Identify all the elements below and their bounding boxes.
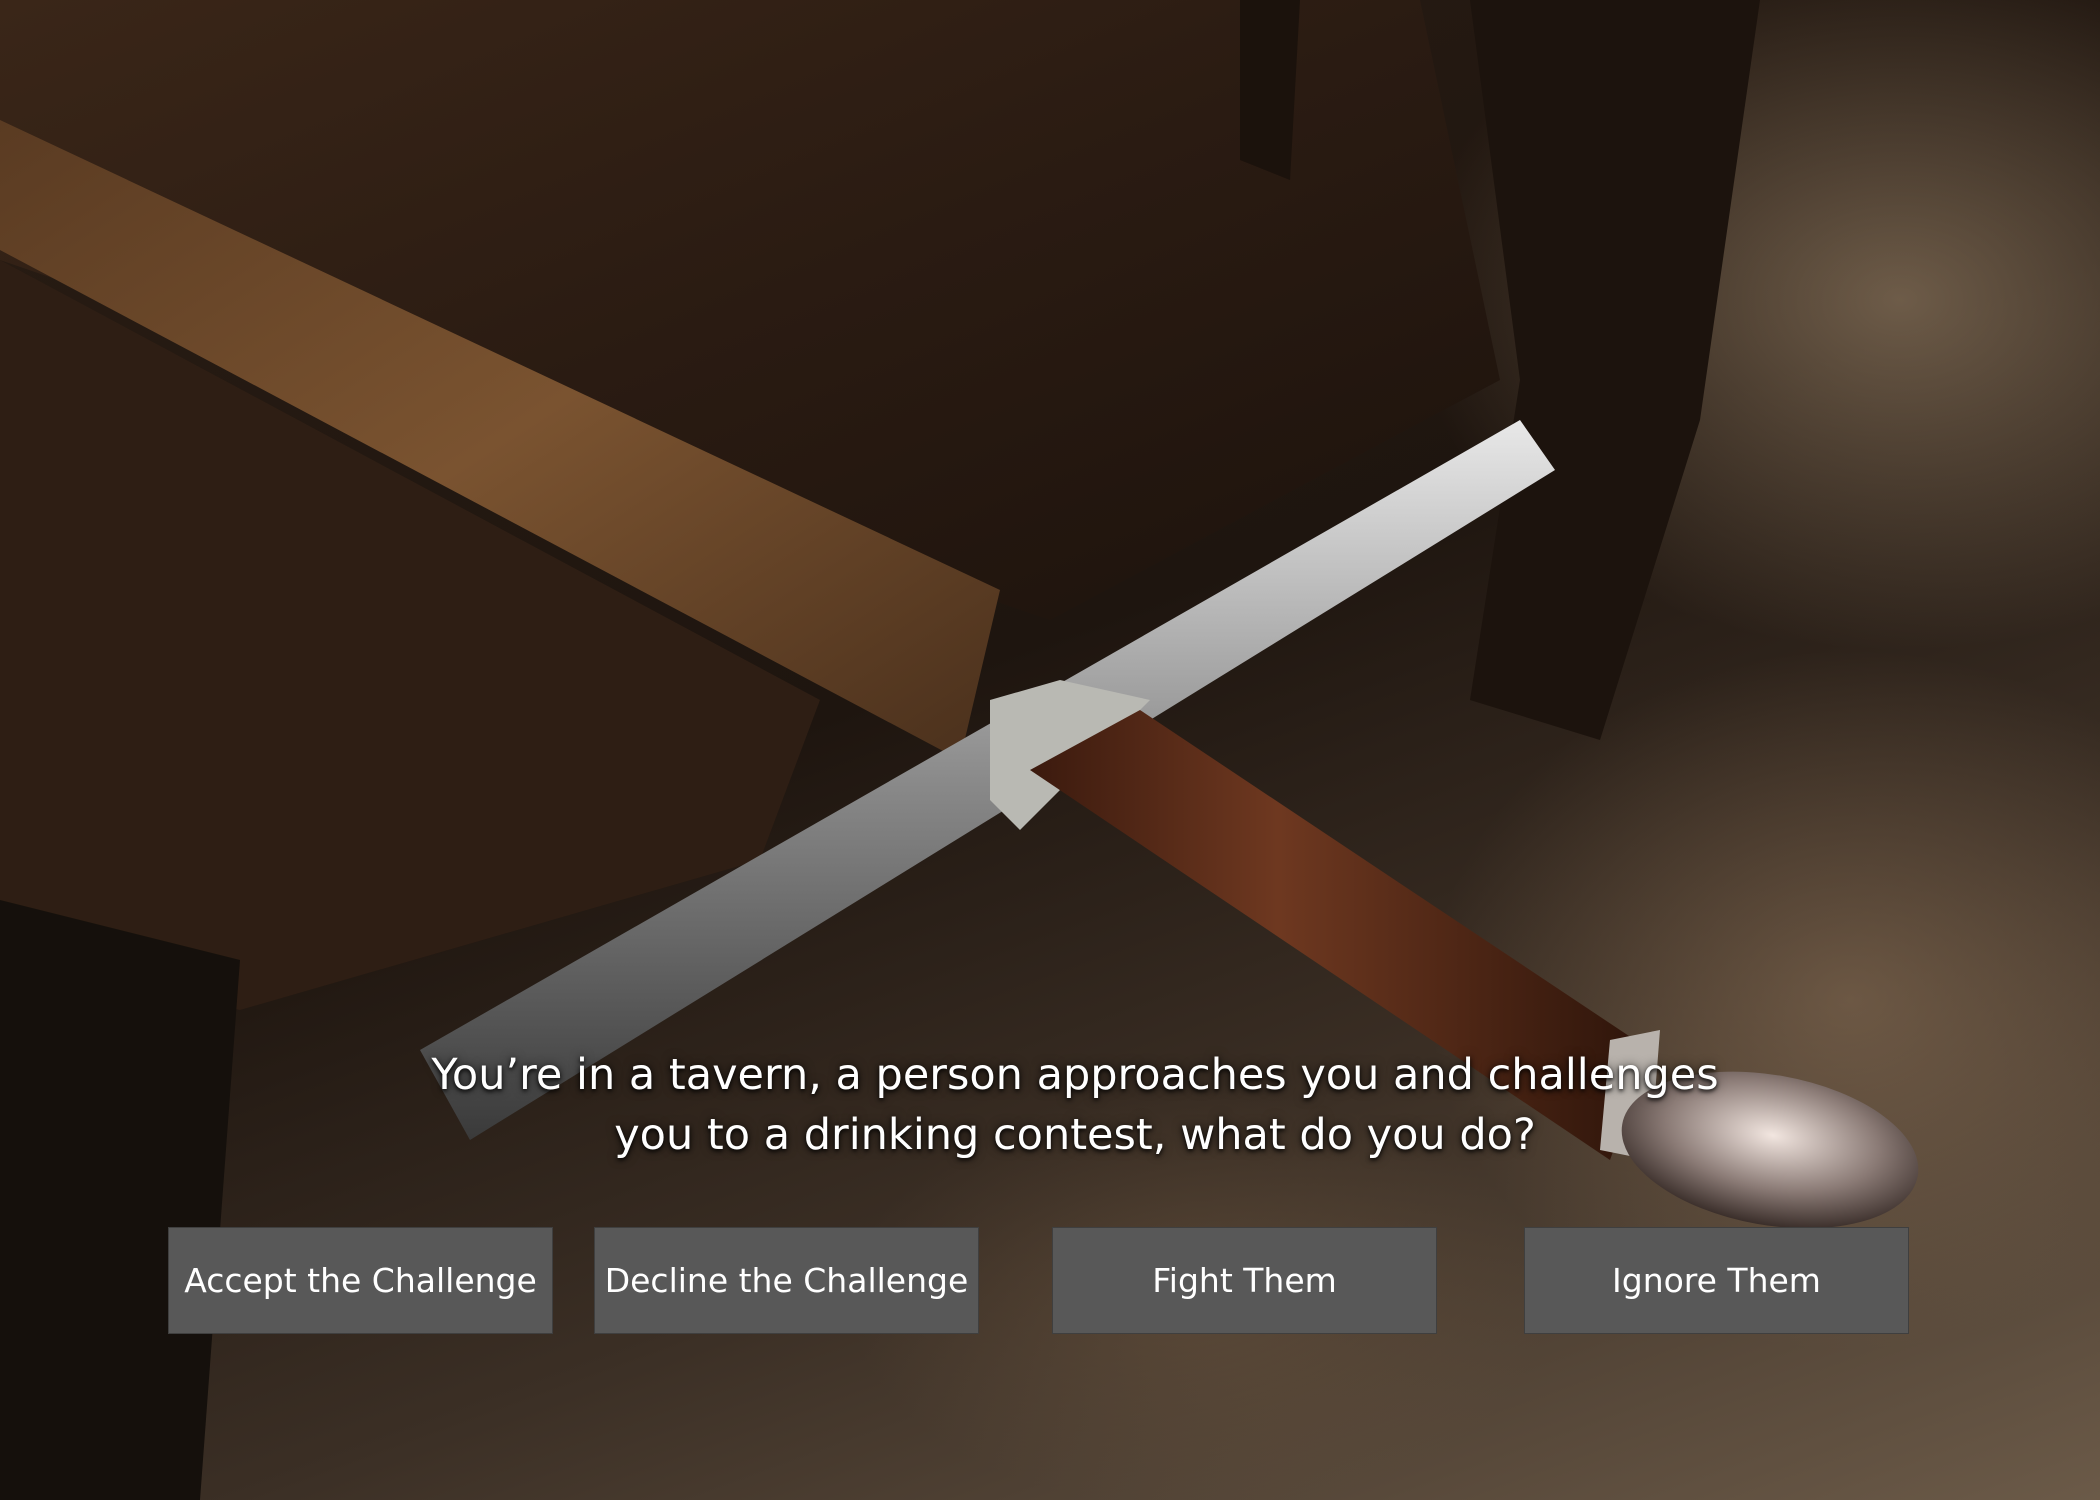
- game-scene: You’re in a tavern, a person approaches …: [0, 0, 2100, 1500]
- decline-challenge-button[interactable]: Decline the Challenge: [594, 1227, 979, 1334]
- story-prompt: You’re in a tavern, a person approaches …: [431, 1050, 1719, 1160]
- fight-them-button[interactable]: Fight Them: [1052, 1227, 1437, 1334]
- accept-challenge-button[interactable]: Accept the Challenge: [168, 1227, 553, 1334]
- ignore-them-button[interactable]: Ignore Them: [1524, 1227, 1909, 1334]
